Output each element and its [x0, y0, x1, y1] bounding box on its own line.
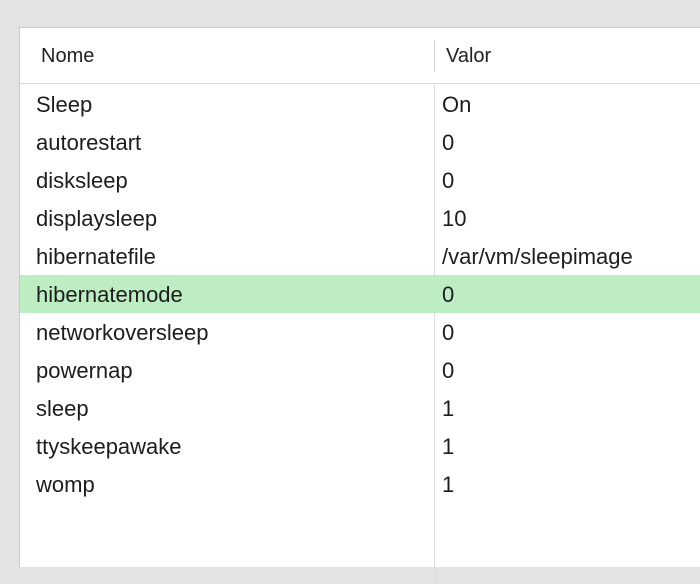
row-name: networkoversleep [36, 320, 209, 345]
table-row[interactable]: womp 1 [20, 465, 700, 503]
table-row[interactable]: networkoversleep 0 [20, 313, 700, 351]
row-value: 0 [442, 168, 455, 193]
row-name: womp [36, 472, 95, 497]
row-name: powernap [36, 358, 133, 383]
row-value: 1 [442, 434, 455, 459]
table-body: Sleep On autorestart 0 disksleep 0 displ… [20, 85, 700, 503]
table-row[interactable]: autorestart 0 [20, 123, 700, 161]
table-row[interactable]: disksleep 0 [20, 161, 700, 199]
row-name: displaysleep [36, 206, 158, 231]
table-header: Nome Valor [20, 28, 700, 84]
row-value: /var/vm/sleepimage [442, 244, 633, 269]
row-value: 0 [442, 282, 455, 307]
table-row[interactable]: ttyskeepawake 1 [20, 427, 700, 465]
table-row[interactable]: Sleep On [20, 85, 700, 123]
row-name: disksleep [36, 168, 128, 193]
row-name: autorestart [36, 130, 142, 155]
row-name: hibernatefile [36, 244, 156, 269]
column-header-value[interactable]: Valor [446, 45, 491, 68]
column-divider[interactable] [434, 40, 435, 72]
row-value: 0 [442, 358, 455, 383]
row-name: Sleep [36, 92, 93, 117]
row-value: 10 [442, 206, 467, 231]
table-row[interactable]: sleep 1 [20, 389, 700, 427]
row-name: hibernatemode [36, 282, 183, 307]
row-value: 1 [442, 472, 455, 497]
row-value: 0 [442, 130, 455, 155]
table-row[interactable]: displaysleep 10 [20, 199, 700, 237]
row-name: ttyskeepawake [36, 434, 182, 459]
table-row-selected[interactable]: hibernatemode 0 [20, 275, 700, 313]
row-value: 0 [442, 320, 455, 345]
row-value: On [442, 92, 472, 117]
row-value: 1 [442, 396, 455, 421]
table-row[interactable]: hibernatefile /var/vm/sleepimage [20, 237, 700, 275]
column-header-name[interactable]: Nome [41, 45, 94, 68]
table-row[interactable]: powernap 0 [20, 351, 700, 389]
row-name: sleep [36, 396, 89, 421]
settings-table: Nome Valor Sleep On autorestart 0 disksl… [19, 27, 700, 584]
